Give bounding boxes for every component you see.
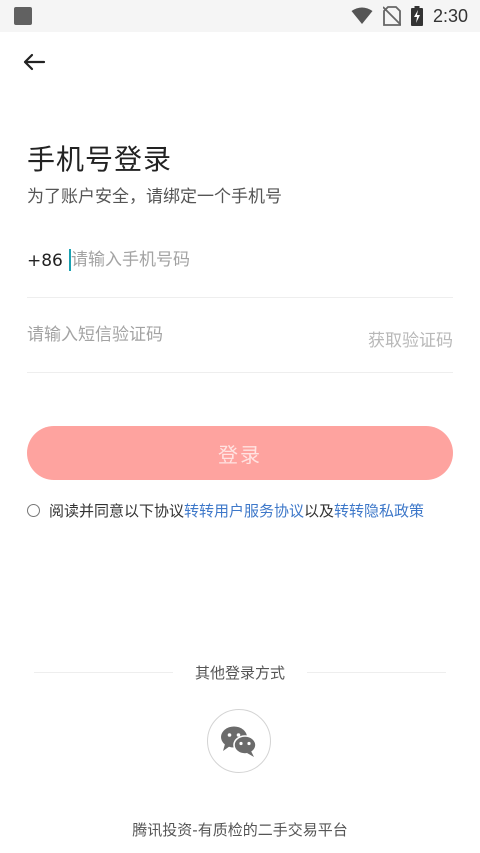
agreement-prefix: 阅读并同意以下协议 xyxy=(49,502,185,520)
phone-row: +86 xyxy=(27,223,453,298)
wechat-icon xyxy=(221,726,257,757)
agreement-row: 阅读并同意以下协议 转转用户服务协议 以及 转转隐私政策 xyxy=(27,500,424,521)
agree-radio[interactable] xyxy=(27,504,40,517)
divider-line xyxy=(307,671,447,673)
login-button[interactable]: 登录 xyxy=(27,426,453,480)
other-login-divider: 其他登录方式 xyxy=(34,660,447,684)
sms-code-input[interactable] xyxy=(27,320,327,350)
code-row: 获取验证码 xyxy=(27,298,453,373)
page-subtitle: 为了账户安全，请绑定一个手机号 xyxy=(27,187,282,207)
status-time: 2:30 xyxy=(432,5,468,26)
privacy-policy-link[interactable]: 转转隐私政策 xyxy=(334,500,424,521)
get-code-button[interactable]: 获取验证码 xyxy=(368,326,453,351)
wifi-icon xyxy=(351,7,373,24)
arrow-left-icon xyxy=(23,53,46,71)
back-button[interactable] xyxy=(18,46,50,78)
app-notification-icon xyxy=(14,7,32,25)
phone-input[interactable] xyxy=(71,245,441,275)
footer-slogan: 腾讯投资-有质检的二手交易平台 xyxy=(132,821,348,839)
status-icons: 2:30 xyxy=(351,4,468,28)
country-code-prefix[interactable]: +86 xyxy=(27,251,63,271)
no-sim-icon xyxy=(382,6,401,26)
status-bar: 2:30 xyxy=(0,0,480,32)
wechat-login-button[interactable] xyxy=(207,709,271,773)
battery-charging-icon xyxy=(410,6,423,26)
other-login-label: 其他登录方式 xyxy=(195,663,286,682)
agreement-joiner: 以及 xyxy=(304,502,335,520)
user-agreement-link[interactable]: 转转用户服务协议 xyxy=(184,500,304,521)
divider-line xyxy=(34,671,173,673)
page-title: 手机号登录 xyxy=(27,143,173,176)
